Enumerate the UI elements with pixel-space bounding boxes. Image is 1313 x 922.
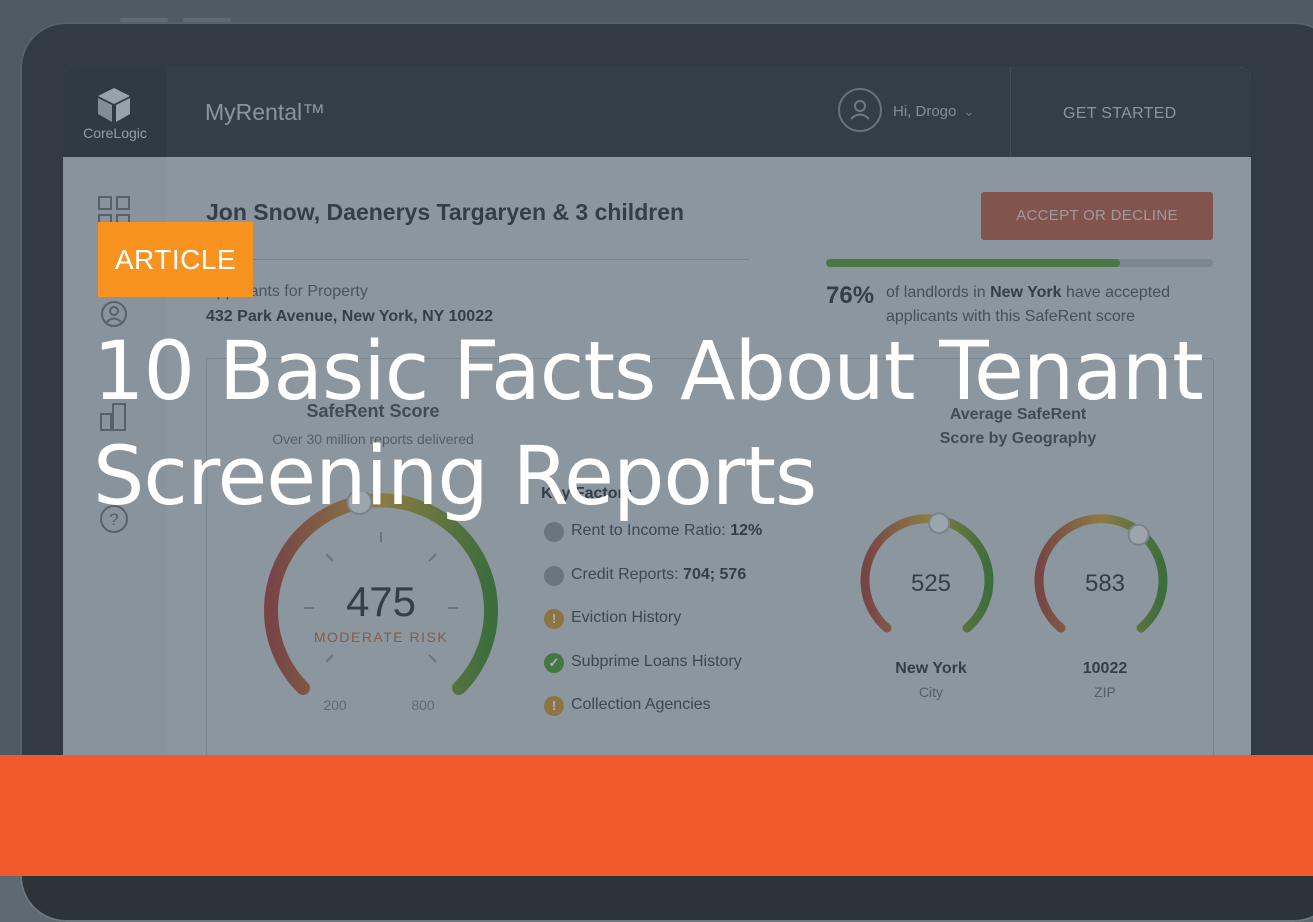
- headline-line: Screening Reports: [93, 430, 817, 524]
- article-headline[interactable]: 10 Basic Facts About Tenant Screening Re…: [93, 320, 1293, 530]
- headline-line: 10 Basic Facts About Tenant: [93, 325, 1204, 419]
- bottom-banner: [0, 755, 1313, 876]
- article-badge: ARTICLE: [98, 222, 253, 297]
